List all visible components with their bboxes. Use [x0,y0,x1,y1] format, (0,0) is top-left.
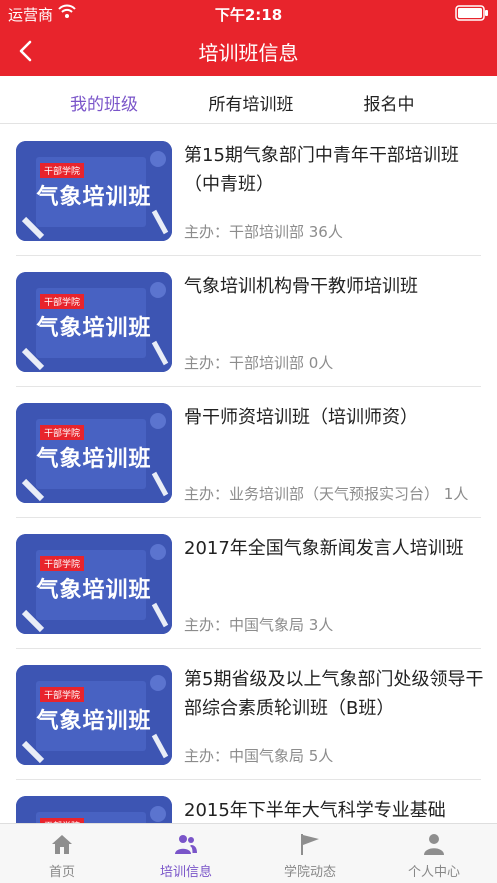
course-thumbnail: 干部学院 气象培训班 [16,665,172,765]
status-time: 下午2:18 [214,6,283,24]
course-thumbnail: 干部学院 气象培训班 [16,272,172,372]
course-meta: 主办：业务培训部（天气预报实习台） 1人 [184,485,469,503]
page-title: 培训班信息 [198,41,299,65]
battery-icon [455,5,489,21]
bottom-tab-label: 首页 [48,865,75,880]
thumbnail-badge: 干部学院 [40,163,85,178]
thumbnail-title: 气象培训班 [36,446,152,472]
tab-my-classes[interactable]: 我的班级 [34,90,174,115]
thumbnail-title: 气象培训班 [36,315,152,341]
course-item[interactable]: 干部学院 气象培训班 第5期省级及以上气象部门处级领导干部综合素质轮训班（B班）… [0,649,497,780]
thumbnail-badge: 干部学院 [40,556,85,571]
bottom-tab-label: 学院动态 [283,865,336,880]
course-thumbnail: 干部学院 气象培训班 [16,403,172,503]
course-name: 气象培训机构骨干教师培训班 [184,276,418,297]
course-name: 骨干师资培训班（培训师资） [184,407,418,428]
course-meta: 主办：干部培训部 36人 [184,223,343,241]
tab-all-classes[interactable]: 所有培训班 [181,90,321,115]
bottom-tab-home[interactable]: 首页 [0,824,124,883]
course-name: 第15期气象部门中青年干部培训班（中青班） [184,145,459,195]
course-item[interactable]: 干部学院 气象培训班 2017年全国气象新闻发言人培训班 主办：中国气象局 3人 [0,518,497,649]
course-list[interactable]: 干部学院 气象培训班 第15期气象部门中青年干部培训班（中青班） 主办：干部培训… [0,125,497,823]
course-meta: 主办：干部培训部 0人 [184,354,334,372]
course-item[interactable]: 干部学院 气象培训班 骨干师资培训班（培训师资） 主办：业务培训部（天气预报实习… [0,387,497,518]
thumbnail-title: 气象培训班 [36,184,152,210]
bottom-tab-bar: 首页 培训信息 学院动态 个人中心 [0,823,497,883]
thumbnail-title: 气象培训班 [36,708,152,734]
bottom-tab-training[interactable]: 培训信息 [124,824,248,883]
bottom-tab-news[interactable]: 学院动态 [248,824,372,883]
course-thumbnail: 干部学院 气象培训班 [16,141,172,241]
status-bar: 运营商 下午2:18 [0,0,497,26]
thumbnail-badge: 干部学院 [40,425,85,440]
tab-enrolling[interactable]: 报名中 [319,90,459,115]
bottom-tab-label: 培训信息 [159,865,212,880]
person-icon [424,834,444,855]
nav-bar: 培训班信息 [0,26,497,76]
course-item[interactable]: 干部学院 气象培训班 气象培训机构骨干教师培训班 主办：干部培训部 0人 [0,256,497,387]
course-name: 第5期省级及以上气象部门处级领导干部综合素质轮训班（B班） [184,669,484,719]
course-item[interactable]: 干部学院 气象培训班 2015年下半年大气科学专业基础 [0,780,497,823]
course-meta: 主办：中国气象局 5人 [184,747,334,765]
thumbnail-badge: 干部学院 [40,687,85,702]
bottom-tab-label: 个人中心 [407,865,460,880]
course-name: 2017年全国气象新闻发言人培训班 [184,538,464,559]
flag-icon [301,834,319,855]
course-meta: 主办：中国气象局 3人 [184,616,334,634]
course-thumbnail: 干部学院 气象培训班 [16,796,172,823]
thumbnail-badge: 干部学院 [40,294,85,309]
bottom-tab-profile[interactable]: 个人中心 [372,824,496,883]
segment-tabs: 我的班级 所有培训班 报名中 [0,76,497,124]
course-item[interactable]: 干部学院 气象培训班 第15期气象部门中青年干部培训班（中青班） 主办：干部培训… [0,125,497,256]
course-name: 2015年下半年大气科学专业基础 [184,800,446,821]
people-icon [175,835,197,854]
thumbnail-title: 气象培训班 [36,577,152,603]
home-icon [52,835,72,854]
course-thumbnail: 干部学院 气象培训班 [16,534,172,634]
